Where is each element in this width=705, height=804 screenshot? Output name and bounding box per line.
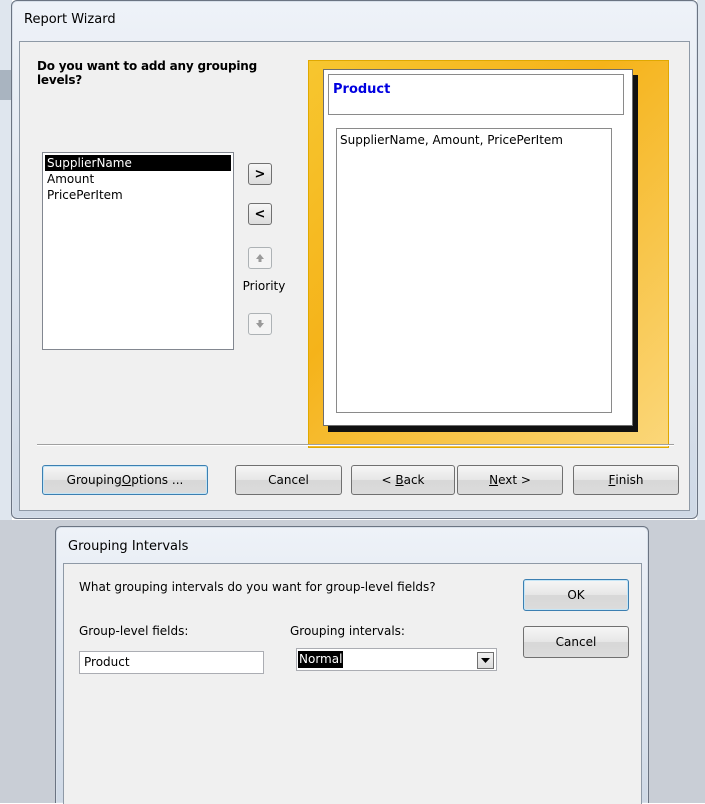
priority-down-button[interactable] — [248, 313, 272, 335]
preview-page: Product SupplierName, Amount, PricePerIt… — [323, 69, 633, 426]
preview-detail-box: SupplierName, Amount, PricePerItem — [336, 128, 612, 413]
remove-grouping-button[interactable]: < — [248, 203, 272, 225]
grouping-intervals-client: What grouping intervals do you want for … — [63, 563, 642, 804]
priority-label: Priority — [242, 279, 286, 293]
dropdown-button[interactable] — [477, 652, 494, 669]
grouping-intervals-question: What grouping intervals do you want for … — [79, 580, 436, 594]
list-item-priceperitem[interactable]: PricePerItem — [45, 187, 231, 203]
next-button[interactable]: Next > — [457, 465, 563, 495]
group-level-field-box: Product — [79, 651, 264, 674]
grouping-options-button[interactable]: Grouping Options ... — [42, 465, 208, 495]
finish-label: inish — [615, 473, 644, 487]
arrow-down-icon — [256, 320, 264, 328]
list-item-suppliername[interactable]: SupplierName — [45, 155, 231, 171]
grouping-options-label-2: ptions ... — [131, 473, 184, 487]
separator — [37, 444, 674, 446]
report-wizard-window: Report Wizard Do you want to add any gro… — [11, 0, 698, 519]
grouping-preview: Product SupplierName, Amount, PricePerIt… — [308, 60, 669, 448]
grouping-options-accel: O — [121, 473, 132, 487]
grouping-interval-select[interactable]: Normal — [296, 648, 497, 671]
grouping-intervals-title: Grouping Intervals — [68, 539, 189, 554]
available-fields-list[interactable]: SupplierName Amount PricePerItem — [42, 152, 234, 350]
priority-up-button[interactable] — [248, 247, 272, 269]
background-window-edge-right — [697, 0, 705, 520]
preview-group-header: Product — [333, 82, 391, 97]
back-label-1: < — [381, 473, 396, 487]
next-accel: N — [489, 473, 499, 487]
report-wizard-title: Report Wizard — [24, 12, 116, 27]
back-label-2: ack — [403, 473, 425, 487]
grouping-options-label-1: Grouping — [66, 473, 122, 487]
intervals-cancel-button[interactable]: Cancel — [523, 626, 629, 658]
add-grouping-button[interactable]: > — [248, 163, 272, 185]
ok-button[interactable]: OK — [523, 579, 629, 611]
report-wizard-client: Do you want to add any grouping levels? … — [19, 41, 690, 511]
list-item-amount[interactable]: Amount — [45, 171, 231, 187]
grouping-interval-value: Normal — [298, 651, 344, 668]
cancel-button[interactable]: Cancel — [235, 465, 342, 495]
finish-accel: F — [608, 473, 616, 487]
group-level-fields-label: Group-level fields: — [79, 624, 189, 638]
chevron-down-icon — [481, 657, 490, 663]
next-label: ext > — [498, 473, 531, 487]
preview-group-header-box: Product — [328, 74, 624, 115]
grouping-intervals-window: Grouping Intervals What grouping interva… — [55, 526, 649, 804]
back-accel: B — [395, 473, 404, 487]
arrow-up-icon — [256, 254, 264, 262]
back-button[interactable]: < Back — [351, 465, 455, 495]
grouping-intervals-label: Grouping intervals: — [290, 624, 405, 638]
preview-detail-fields: SupplierName, Amount, PricePerItem — [340, 133, 563, 147]
grouping-prompt: Do you want to add any grouping levels? — [37, 59, 257, 87]
finish-button[interactable]: Finish — [573, 465, 679, 495]
